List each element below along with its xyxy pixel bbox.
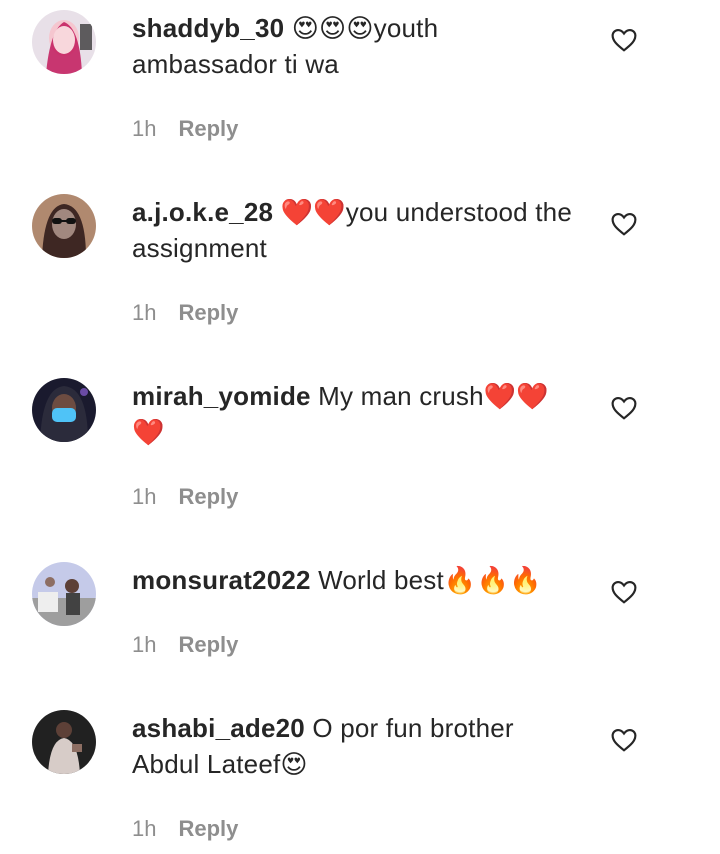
comment-username[interactable]: ashabi_ade20 <box>132 713 305 743</box>
comment-text-before: World best <box>310 565 444 595</box>
comment-time: 1h <box>132 116 157 141</box>
avatar[interactable] <box>32 10 96 74</box>
comment-text: ashabi_ade20 O por fun brother Abdul Lat… <box>132 710 572 782</box>
avatar[interactable] <box>32 194 96 258</box>
avatar[interactable] <box>32 562 96 626</box>
heart-outline-icon[interactable] <box>611 212 637 236</box>
comment-username[interactable]: a.j.o.k.e_28 <box>132 197 273 227</box>
comment-time: 1h <box>132 816 157 841</box>
heart-outline-icon[interactable] <box>611 728 637 752</box>
comment-emoji: 😍😍😍 <box>291 13 374 43</box>
avatar[interactable] <box>32 710 96 774</box>
comment-text: mirah_yomide My man crush❤️❤️❤️ <box>132 378 572 450</box>
reply-button[interactable]: Reply <box>178 116 238 141</box>
comment-time: 1h <box>132 632 157 657</box>
comment-time: 1h <box>132 300 157 325</box>
reply-button[interactable]: Reply <box>178 816 238 841</box>
comment-meta: 1h Reply <box>132 299 238 327</box>
comment-text-before <box>284 13 291 43</box>
comment-text-before: My man crush <box>310 381 484 411</box>
comment-meta: 1h Reply <box>132 631 238 659</box>
comment-username[interactable]: shaddyb_30 <box>132 13 284 43</box>
comment-text: monsurat2022 World best🔥🔥🔥 <box>132 562 572 598</box>
heart-outline-icon[interactable] <box>611 580 637 604</box>
comment-username[interactable]: mirah_yomide <box>132 381 311 411</box>
reply-button[interactable]: Reply <box>178 300 238 325</box>
avatar[interactable] <box>32 378 96 442</box>
reply-button[interactable]: Reply <box>178 632 238 657</box>
comment-text: a.j.o.k.e_28 ❤️❤️you understood the assi… <box>132 194 572 266</box>
comment-meta: 1h Reply <box>132 483 238 511</box>
comment-emoji: 😍 <box>280 749 308 779</box>
comment-text: shaddyb_30 😍😍😍youth ambassador ti wa <box>132 10 572 82</box>
reply-button[interactable]: Reply <box>178 484 238 509</box>
comment-meta: 1h Reply <box>132 815 238 843</box>
heart-outline-icon[interactable] <box>611 396 637 420</box>
comment-time: 1h <box>132 484 157 509</box>
comment-username[interactable]: monsurat2022 <box>132 565 311 595</box>
comment-emoji: ❤️❤️ <box>280 197 346 227</box>
comment-emoji: 🔥🔥🔥 <box>443 565 542 595</box>
comment-text-before <box>273 197 280 227</box>
heart-outline-icon[interactable] <box>611 28 637 52</box>
comment-meta: 1h Reply <box>132 115 238 143</box>
